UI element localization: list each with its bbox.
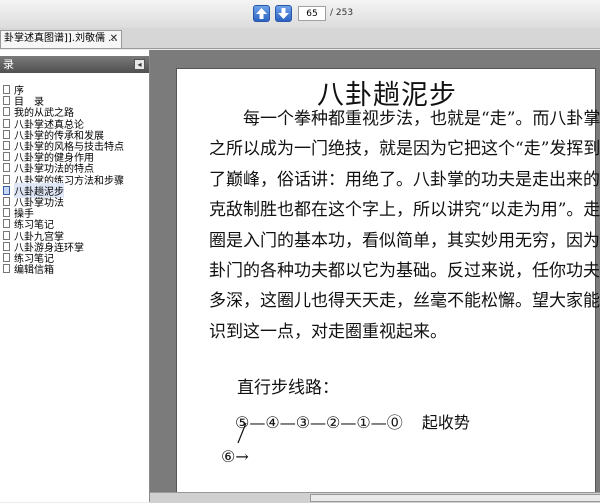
arrow-up-icon[interactable]: [253, 5, 270, 22]
page-icon: [3, 174, 10, 184]
page-icon: [3, 118, 10, 128]
body-paragraph: 每一个拳种都重视步法，也就是“走”。而八卦掌之所以成为一门绝技，就是因为它把这个…: [209, 104, 600, 347]
table-of-contents: 序目 录我的从武之路 八卦掌述真总论 八卦掌的传承和发展 八卦掌的风格与技击特点 八卦掌…: [3, 84, 124, 277]
horizontal-scrollbar[interactable]: [150, 492, 600, 503]
route-sequence: ⑤—④—③—②—①—⓪: [235, 413, 403, 432]
collapse-icon[interactable]: ◂: [134, 59, 145, 70]
page-icon: [3, 252, 10, 262]
body-text: 每一个拳种都重视步法，也就是“走”。而八卦掌之所以成为一门绝技，就是因为它把这个…: [209, 109, 600, 342]
tab-bar: 卦掌述真图谱]].刘敬儒 ... ✕: [0, 28, 600, 49]
sidebar: 录 ◂ 序目 录我的从武之路 八卦掌述真总论 八卦掌的传承和发展 八卦掌的风格与技击特…: [0, 50, 150, 502]
arrow-down-icon[interactable]: [275, 5, 292, 22]
page-icon: [3, 219, 10, 229]
document-tab[interactable]: 卦掌述真图谱]].刘敬儒 ... ✕: [0, 30, 122, 48]
page-icon: [3, 141, 10, 151]
scrollbar-thumb[interactable]: [310, 494, 600, 502]
page-number-input[interactable]: [298, 6, 326, 21]
document-viewer[interactable]: 八卦趟泥步 每一个拳种都重视步法，也就是“走”。而八卦掌之所以成为一门绝技，就是…: [150, 50, 600, 502]
page-icon: [3, 85, 10, 95]
close-icon[interactable]: ✕: [110, 31, 118, 47]
page-icon: [3, 208, 10, 218]
document-page: 八卦趟泥步 每一个拳种都重视步法，也就是“走”。而八卦掌之所以成为一门绝技，就是…: [176, 68, 600, 502]
route-end-label: 起收势: [421, 413, 470, 432]
document-tab-label: 卦掌述真图谱]].刘敬儒 ...: [4, 33, 118, 44]
toc-item[interactable]: 编辑信箱: [3, 263, 124, 277]
page-icon: [3, 230, 10, 240]
page-icon: [3, 163, 10, 173]
toolbar: / 253: [0, 0, 600, 29]
page-icon: [3, 241, 10, 251]
route-six: ⑥→: [221, 447, 249, 466]
page-icon: [3, 152, 10, 162]
page-icon: [3, 96, 10, 106]
diagonal-line: [237, 422, 247, 444]
toc-item-label: 编辑信箱: [14, 265, 54, 277]
route-label: 直行步线路：: [237, 378, 339, 398]
page-icon: [3, 196, 10, 206]
page-icon: [3, 129, 10, 139]
sidebar-header: 录 ◂: [0, 56, 149, 73]
step-route-diagram: ⑤—④—③—②—①—⓪ 起收势: [235, 409, 470, 433]
sidebar-title: 录: [3, 58, 14, 71]
page-icon: [3, 264, 10, 274]
page-total: / 253: [330, 8, 354, 18]
page-icon: [3, 107, 10, 117]
page-icon: [3, 185, 10, 195]
